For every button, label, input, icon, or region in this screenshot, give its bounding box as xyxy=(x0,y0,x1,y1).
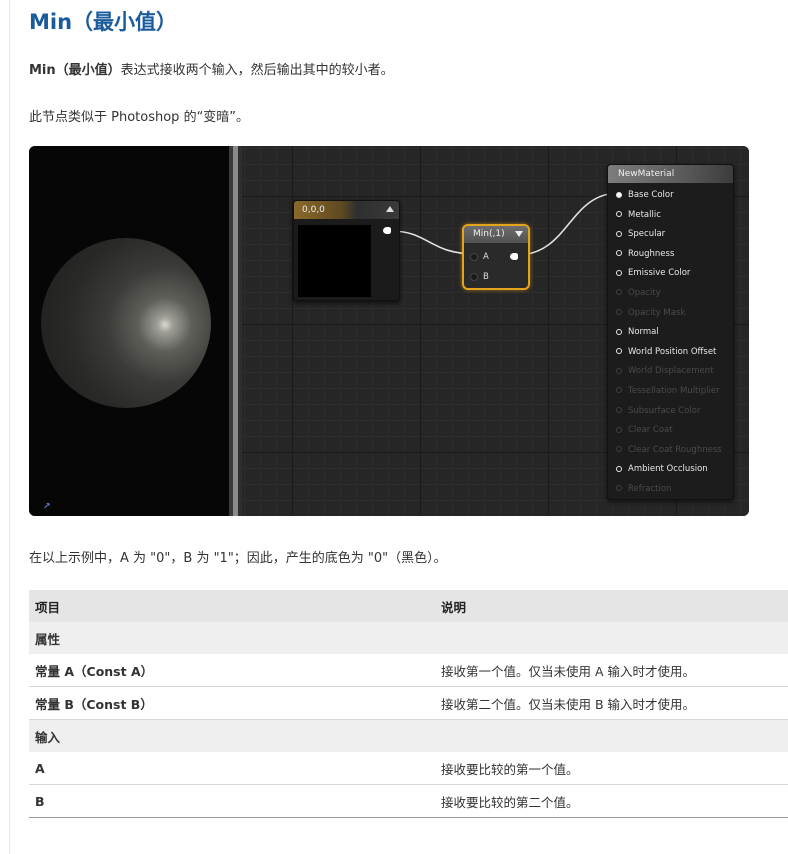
constant-node-title: 0,0,0 xyxy=(302,205,325,215)
material-node-title: NewMaterial xyxy=(608,165,733,183)
material-pin-refraction[interactable]: Refraction xyxy=(616,480,733,500)
row-value: 接收要比较的第一个值。 xyxy=(435,752,788,785)
material-pin-list: Base Color Metallic Specular Roughness Emiss… xyxy=(616,186,733,500)
properties-table: 项目 说明 属性 常量 A（Const A） 接收第一个值。仅当未使用 A 输入… xyxy=(29,590,788,818)
row-value: 接收第二个值。仅当未使用 B 输入时才使用。 xyxy=(435,686,788,720)
row-key: A xyxy=(29,752,435,785)
row-value: 接收要比较的第二个值。 xyxy=(435,784,788,818)
material-pin-label: World Position Offset xyxy=(628,346,717,357)
constant-output-pin[interactable] xyxy=(383,227,391,234)
material-pin-world-displacement[interactable]: World Displacement xyxy=(616,362,733,382)
table-row: 常量 A（Const A） 接收第一个值。仅当未使用 A 输入时才使用。 xyxy=(29,654,788,687)
material-pin-label: Base Color xyxy=(628,190,674,200)
collapse-down-icon[interactable] xyxy=(515,231,523,237)
input-pin-icon xyxy=(616,230,622,237)
table-row: 常量 B（Const B） 接收第二个值。仅当未使用 B 输入时才使用。 xyxy=(29,686,788,720)
input-pin-icon xyxy=(616,269,622,276)
min-pin-a[interactable]: A xyxy=(470,251,489,263)
page-title: Min（最小值） xyxy=(29,10,178,34)
material-pin-label: Roughness xyxy=(628,248,675,259)
material-pin-opacity-mask[interactable]: Opacity Mask xyxy=(616,304,733,324)
material-pin-label: Specular xyxy=(628,229,666,240)
section-label: 属性 xyxy=(29,622,788,654)
material-pin-normal[interactable]: Normal xyxy=(616,323,733,343)
material-result-node[interactable]: NewMaterial Base Color Metallic Specular Ro… xyxy=(607,164,734,500)
table-header-description: 说明 xyxy=(435,590,788,622)
material-pin-label: Emissive Color xyxy=(628,268,691,279)
input-pin-icon xyxy=(616,289,622,296)
row-key: 常量 B（Const B） xyxy=(29,686,435,720)
material-pin-tessellation-multiplier[interactable]: Tessellation Multiplier xyxy=(616,382,733,402)
table-row: A 接收要比较的第一个值。 xyxy=(29,752,788,785)
table-section-row: 属性 xyxy=(29,622,788,654)
intro-text: 表达式接收两个输入，然后输出其中的较小者。 xyxy=(120,63,394,78)
material-pin-label: World Displacement xyxy=(628,366,714,377)
input-pin-icon xyxy=(470,252,478,261)
min-node[interactable]: Min(,1) A B xyxy=(462,224,530,290)
row-key: B xyxy=(29,784,435,818)
table-row: B 接收要比较的第二个值。 xyxy=(29,784,788,818)
input-pin-icon xyxy=(616,387,622,394)
material-pin-label: Tessellation Multiplier xyxy=(628,385,720,396)
min-node-header: Min(,1) xyxy=(464,226,528,243)
material-pin-label: Clear Coat xyxy=(628,425,673,436)
input-pin-icon xyxy=(616,211,622,218)
min-pin-b[interactable]: B xyxy=(470,271,489,283)
input-pin-icon xyxy=(616,250,622,257)
input-pin-icon xyxy=(470,272,478,281)
material-pin-ambient-occlusion[interactable]: Ambient Occlusion xyxy=(616,460,733,480)
material-pin-metallic[interactable]: Metallic xyxy=(616,206,733,226)
material-pin-world-position-offset[interactable]: World Position Offset xyxy=(616,343,733,363)
row-value: 接收第一个值。仅当未使用 A 输入时才使用。 xyxy=(435,654,788,687)
collapse-up-icon[interactable] xyxy=(386,206,394,212)
material-pin-specular[interactable]: Specular xyxy=(616,225,733,245)
table-header-item: 项目 xyxy=(29,590,435,622)
left-border xyxy=(9,0,10,854)
constant-node[interactable]: 0,0,0 xyxy=(293,200,400,301)
material-pin-roughness[interactable]: Roughness xyxy=(616,245,733,265)
material-pin-label: Opacity xyxy=(628,287,661,298)
input-pin-icon xyxy=(616,309,622,316)
material-pin-base-color[interactable]: Base Color xyxy=(616,186,733,206)
intro-paragraph: Min（最小值）表达式接收两个输入，然后输出其中的较小者。 xyxy=(29,59,394,78)
material-pin-clear-coat-roughness[interactable]: Clear Coat Roughness xyxy=(616,441,733,461)
input-pin-icon xyxy=(616,191,622,198)
wire-min-to-basecolor xyxy=(516,192,620,256)
input-pin-icon xyxy=(616,485,622,492)
min-node-title: Min(,1) xyxy=(473,229,505,239)
material-pin-label: Normal xyxy=(628,327,659,338)
min-output-pin[interactable] xyxy=(510,253,518,260)
material-pin-label: Opacity Mask xyxy=(628,307,686,318)
material-pin-emissive-color[interactable]: Emissive Color xyxy=(616,264,733,284)
intro-term: Min（最小值） xyxy=(29,63,121,78)
example-paragraph: 在以上示例中，A 为 "0"，B 为 "1"；因此，产生的底色为 "0"（黑色）… xyxy=(29,551,447,566)
table-section-row: 输入 xyxy=(29,719,788,752)
input-pin-icon xyxy=(616,446,622,453)
material-pin-label: Ambient Occlusion xyxy=(628,464,708,475)
material-pin-clear-coat[interactable]: Clear Coat xyxy=(616,421,733,441)
material-pin-label: Clear Coat Roughness xyxy=(628,444,722,455)
constant-node-header: 0,0,0 xyxy=(294,201,399,219)
note-paragraph: 此节点类似于 Photoshop 的“变暗”。 xyxy=(29,110,250,125)
input-pin-icon xyxy=(616,328,622,335)
row-key: 常量 A（Const A） xyxy=(29,654,435,687)
input-pin-icon xyxy=(616,348,622,355)
table-header-row: 项目 说明 xyxy=(29,590,788,622)
material-pin-label: Metallic xyxy=(628,209,661,220)
material-pin-opacity[interactable]: Opacity xyxy=(616,284,733,304)
input-pin-icon xyxy=(616,465,622,472)
section-label: 输入 xyxy=(29,719,788,752)
input-pin-icon xyxy=(616,407,622,414)
input-pin-icon xyxy=(616,426,622,433)
material-pin-label: Refraction xyxy=(628,483,672,494)
constant-preview-swatch xyxy=(298,225,371,297)
input-pin-icon xyxy=(616,367,622,374)
material-pin-label: Subsurface Color xyxy=(628,405,701,416)
material-editor-screenshot: ↗ 0,0,0 Min(,1) A B NewMaterial Base Col… xyxy=(29,146,749,516)
material-pin-subsurface-color[interactable]: Subsurface Color xyxy=(616,402,733,422)
